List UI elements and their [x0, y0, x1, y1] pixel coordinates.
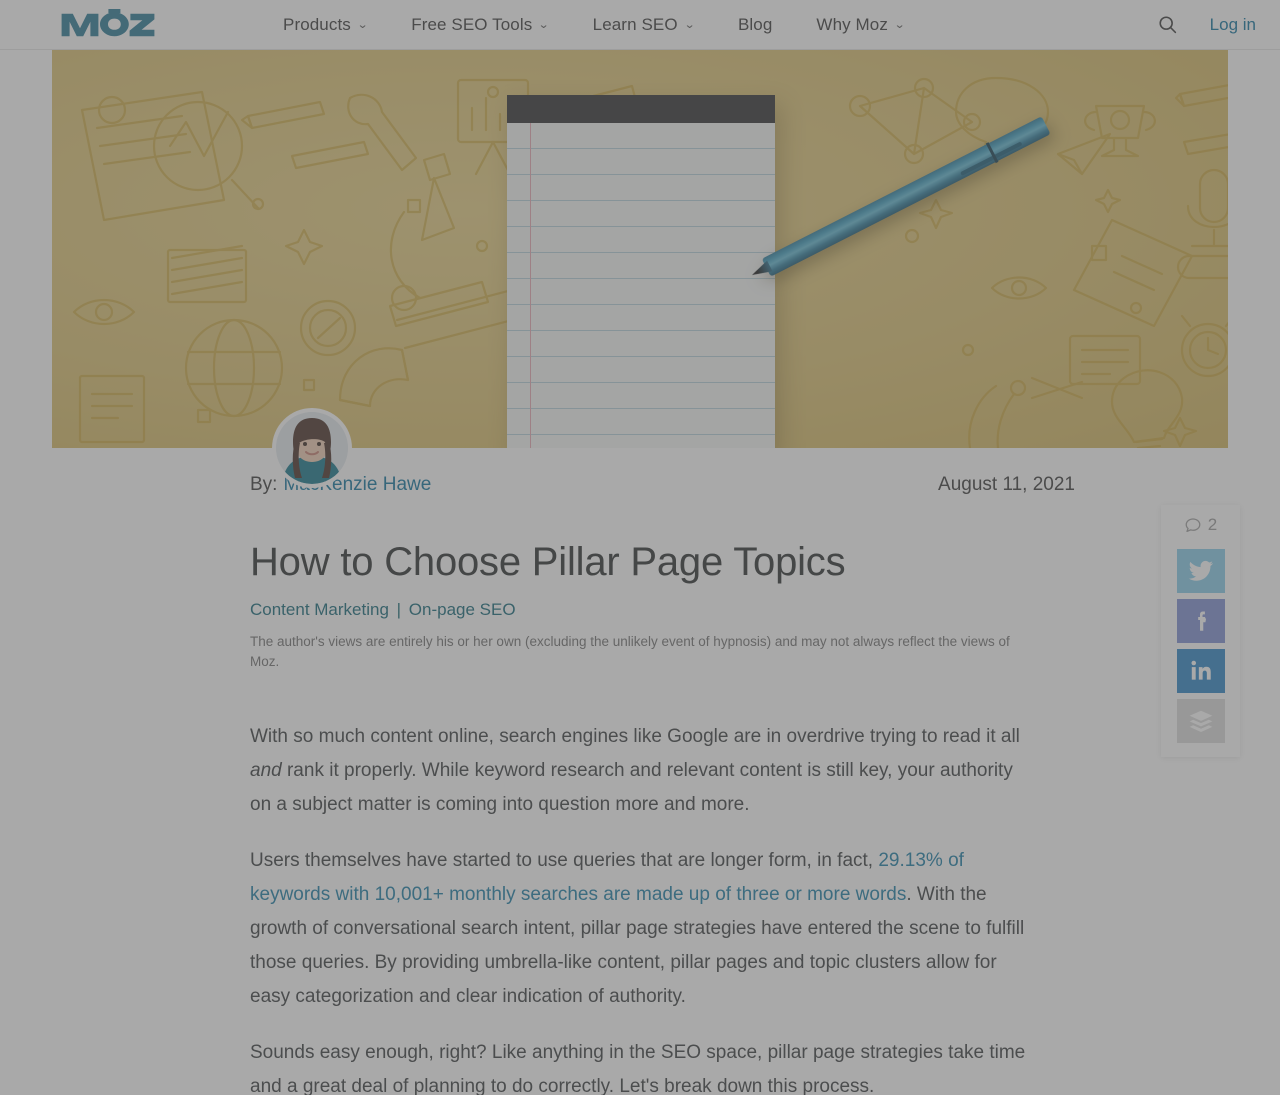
nav-item-label: Blog [737, 14, 773, 34]
author-bar: By: MacKenzie Hawe August 11, 2021 [52, 412, 1228, 522]
moz-logo[interactable] [60, 8, 156, 42]
article-content: How to Choose Pillar Page Topics Content… [52, 540, 1228, 1095]
chevron-down-icon: ⌄ [683, 19, 696, 31]
publish-date: August 11, 2021 [938, 474, 1075, 495]
share-button-facebook[interactable] [1176, 599, 1225, 643]
nav-item-learn-seo[interactable]: Learn SEO ⌄ [571, 7, 716, 43]
page-root: Products ⌄ Free SEO Tools ⌄ Learn SEO ⌄ … [0, 0, 1280, 1095]
nav-item-label: Free SEO Tools [411, 14, 533, 34]
share-button-buffer[interactable] [1176, 699, 1225, 743]
linkedin-icon [1190, 660, 1211, 680]
nav-item-blog[interactable]: Blog [716, 7, 794, 43]
byline-prefix: By: [250, 474, 278, 495]
facebook-icon [1197, 611, 1206, 631]
login-link[interactable]: Log in [1210, 15, 1256, 35]
share-button-linkedin[interactable] [1176, 649, 1225, 693]
inline-link[interactable]: 29.13% of keywords with 10,001+ monthly … [250, 850, 964, 905]
nav-item-products[interactable]: Products ⌄ [261, 7, 389, 43]
hero-image [52, 50, 1228, 448]
comment-count-value: 2 [1207, 515, 1218, 534]
hero-section [0, 50, 1280, 448]
category-links: Content Marketing | On-page SEO [250, 600, 1038, 620]
site-header: Products ⌄ Free SEO Tools ⌄ Learn SEO ⌄ … [0, 0, 1280, 50]
category-separator: | [396, 599, 402, 619]
twitter-icon [1188, 560, 1213, 581]
paragraph: Sounds easy enough, right? Like anything… [250, 1042, 1026, 1095]
paragraph: Users themselves have started to use que… [250, 850, 1025, 1008]
article-body: With so much content online, search engi… [250, 720, 1038, 1095]
chevron-down-icon: ⌄ [356, 19, 369, 31]
byline: By: MacKenzie Hawe [250, 474, 431, 496]
main-navigation: Products ⌄ Free SEO Tools ⌄ Learn SEO ⌄ … [261, 7, 926, 43]
page-title: How to Choose Pillar Page Topics [250, 540, 846, 584]
nav-item-label: Why Moz [816, 14, 888, 34]
chevron-down-icon: ⌄ [538, 19, 550, 31]
notepad-binding [507, 95, 775, 123]
comment-bubble-icon [1185, 518, 1201, 533]
emphasis-text: and [250, 760, 282, 782]
search-button[interactable] [1156, 13, 1180, 37]
hero-notepad [507, 95, 775, 448]
nav-item-why-moz[interactable]: Why Moz ⌄ [794, 7, 926, 43]
paragraph: With so much content online, search engi… [250, 726, 1020, 816]
comment-count[interactable]: 2 [1184, 515, 1217, 535]
buffer-icon [1189, 710, 1212, 732]
nav-item-label: Products [283, 14, 351, 34]
chevron-down-icon: ⌄ [893, 19, 906, 31]
search-icon [1159, 16, 1177, 34]
social-share-rail: 2 [1161, 505, 1240, 757]
header-actions: Log in [1156, 13, 1256, 37]
share-button-twitter[interactable] [1176, 549, 1225, 593]
author-avatar[interactable] [276, 412, 348, 484]
moz-logo-icon [61, 8, 155, 36]
category-link-content-marketing[interactable]: Content Marketing [250, 600, 389, 619]
author-disclaimer: The author's views are entirely his or h… [250, 633, 1010, 669]
category-link-on-page-seo[interactable]: On-page SEO [409, 600, 516, 619]
avatar-icon [276, 412, 348, 484]
notepad-ruled-lines [507, 123, 775, 448]
nav-item-label: Learn SEO [592, 14, 678, 34]
nav-item-free-seo-tools[interactable]: Free SEO Tools ⌄ [389, 7, 570, 43]
notepad-margin-line [530, 123, 531, 448]
